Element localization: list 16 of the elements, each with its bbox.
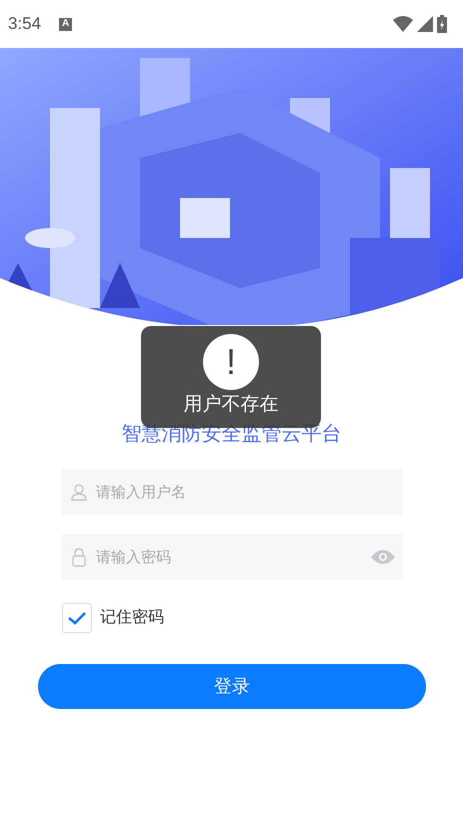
password-field[interactable]: 请输入密码 (62, 534, 403, 580)
toast-message: 用户不存在 (184, 393, 278, 417)
remember-label: 记住密码 (100, 608, 164, 628)
status-time: 3:54 (8, 13, 42, 36)
battery-icon (437, 15, 447, 33)
remember-checkbox[interactable] (62, 603, 92, 633)
username-field[interactable]: 请输入用户名 (62, 469, 403, 515)
login-button[interactable]: 登录 (38, 664, 426, 709)
lock-icon (70, 547, 88, 567)
notification-badge: A (59, 18, 72, 30)
app-title: 智慧消防安全监管云平台 (122, 422, 342, 447)
check-icon (68, 611, 86, 625)
user-icon (70, 483, 88, 501)
wifi-icon (393, 16, 413, 32)
alert-icon: ! (203, 334, 259, 390)
signal-icon (417, 16, 433, 32)
